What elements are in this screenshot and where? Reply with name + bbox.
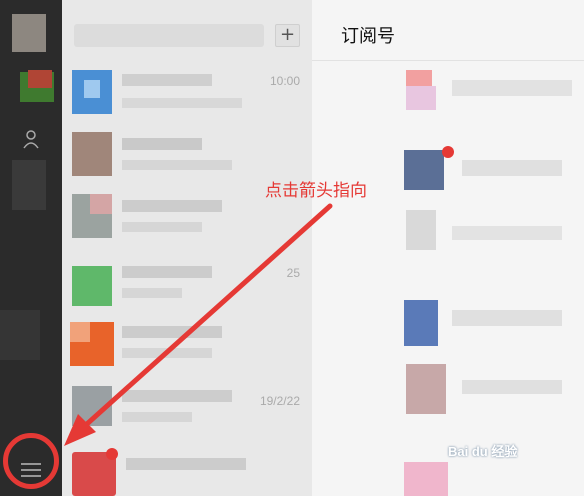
panel-title: 订阅号 <box>341 26 395 47</box>
baidu-watermark: Bai du 经验 <box>448 444 518 459</box>
add-button[interactable]: + <box>275 24 300 47</box>
search-input[interactable] <box>74 24 264 47</box>
favorites-icon[interactable] <box>12 160 46 210</box>
chat-list: + 10:00 25 19/2/22 <box>62 0 312 496</box>
panel-header: 订阅号 <box>312 0 584 61</box>
article-thumb[interactable] <box>404 300 438 346</box>
article-thumb[interactable] <box>404 462 448 496</box>
subscription-panel: 订阅号 <box>312 0 584 496</box>
article-title <box>462 160 562 176</box>
annotation-text: 点击箭头指向 <box>265 181 367 201</box>
article-title <box>452 226 562 240</box>
menu-highlight-circle <box>3 433 59 489</box>
avatar[interactable] <box>12 14 46 52</box>
chat-icon-overlay <box>28 70 52 88</box>
contacts-icon[interactable] <box>22 128 44 150</box>
article-thumb[interactable] <box>404 150 444 190</box>
sidebar <box>0 0 62 496</box>
article-title <box>462 380 562 394</box>
article-thumb[interactable] <box>406 210 436 250</box>
chat-row[interactable]: 10:00 <box>62 62 312 123</box>
chat-time: 19/2/22 <box>259 394 300 408</box>
chat-time: 10:00 <box>269 74 300 88</box>
sidebar-blur <box>0 310 40 360</box>
chat-row[interactable] <box>62 440 312 496</box>
article-title <box>452 310 562 326</box>
chat-row[interactable]: 25 <box>62 248 312 309</box>
article-title <box>452 80 572 96</box>
chat-time: 25 <box>286 266 300 280</box>
unread-badge <box>442 146 454 158</box>
chat-row[interactable]: 19/2/22 <box>62 372 312 433</box>
article-thumb[interactable] <box>406 364 446 414</box>
article-thumb-overlay <box>406 86 436 110</box>
chat-row[interactable] <box>62 310 312 371</box>
